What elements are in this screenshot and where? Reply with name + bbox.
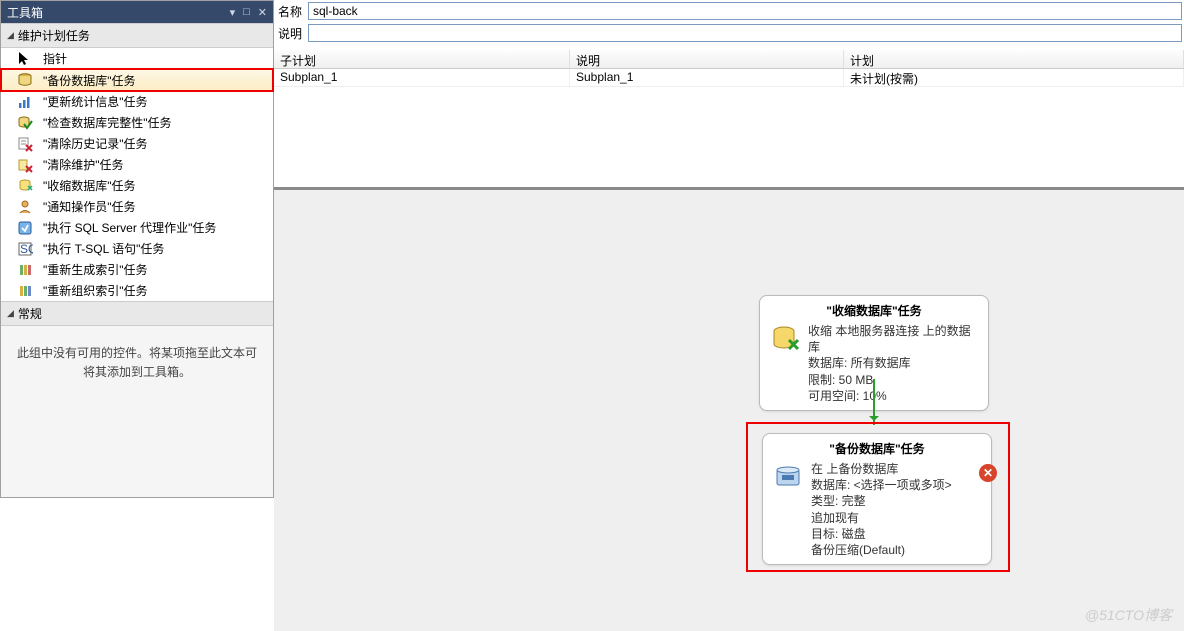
task-line: 限制: 50 MB bbox=[808, 372, 978, 388]
collapse-icon: ◢ bbox=[7, 30, 14, 41]
meta-row-name: 名称 bbox=[274, 0, 1184, 22]
toolbox-item-label: "重新组织索引"任务 bbox=[43, 282, 148, 299]
backup-db-icon bbox=[17, 72, 33, 88]
desc-input[interactable] bbox=[308, 24, 1182, 42]
grid-header-subplan[interactable]: 子计划 bbox=[274, 50, 570, 68]
toolbox-task-list: 指针 "备份数据库"任务 "更新统计信息"任务 "检查数据库完整性"任务 "清除… bbox=[1, 48, 273, 301]
toolbox-item-notify-op[interactable]: "通知操作员"任务 bbox=[1, 196, 273, 217]
toolbox-item-clear-history[interactable]: "清除历史记录"任务 bbox=[1, 133, 273, 154]
notify-op-icon bbox=[17, 199, 33, 215]
toolbox-section-general[interactable]: ◢ 常规 bbox=[1, 301, 273, 326]
section-label: 维护计划任务 bbox=[18, 27, 90, 44]
name-label: 名称 bbox=[276, 3, 308, 20]
toolbox-item-label: "收缩数据库"任务 bbox=[43, 177, 136, 194]
dropdown-icon[interactable]: ▾ bbox=[230, 6, 236, 19]
toolbox-item-check-integrity[interactable]: "检查数据库完整性"任务 bbox=[1, 112, 273, 133]
task-node-backup-db[interactable]: "备份数据库"任务 在 上备份数据库 数据库: <选择一项或多项> 类型: 完整… bbox=[762, 433, 992, 565]
clear-maint-icon bbox=[17, 157, 33, 173]
pointer-icon bbox=[17, 51, 33, 67]
toolbox-item-label: "执行 SQL Server 代理作业"任务 bbox=[43, 219, 216, 236]
section-label: 常规 bbox=[18, 305, 42, 322]
design-surface[interactable]: "收缩数据库"任务 收缩 本地服务器连接 上的数据库 数据库: 所有数据库 限制… bbox=[274, 187, 1184, 631]
toolbox-title-controls: ▾ □ ✕ bbox=[230, 6, 267, 19]
desc-label: 说明 bbox=[276, 25, 308, 42]
toolbox-title: 工具箱 bbox=[7, 4, 230, 21]
toolbox-section-maintenance[interactable]: ◢ 维护计划任务 bbox=[1, 23, 273, 48]
watermark: @51CTO博客 bbox=[1085, 605, 1172, 625]
toolbox-item-label: "清除维护"任务 bbox=[43, 156, 124, 173]
main-area: 名称 说明 子计划 说明 计划 Subplan_1 Subplan_1 未计划(… bbox=[274, 0, 1184, 631]
exec-agent-icon bbox=[17, 220, 33, 236]
name-input[interactable] bbox=[308, 2, 1182, 20]
error-badge-icon: ✕ bbox=[979, 464, 997, 482]
svg-text:SQL: SQL bbox=[20, 242, 33, 256]
grid-cell-subplan: Subplan_1 bbox=[274, 69, 570, 86]
grid-header-desc[interactable]: 说明 bbox=[570, 50, 844, 68]
meta-row-desc: 说明 bbox=[274, 22, 1184, 44]
shrink-db-node-icon bbox=[770, 323, 802, 355]
task-line: 在 上备份数据库 bbox=[811, 461, 952, 477]
subplan-grid-header: 子计划 说明 计划 bbox=[274, 50, 1184, 69]
clear-history-icon bbox=[17, 136, 33, 152]
autohide-icon[interactable]: □ bbox=[243, 6, 250, 19]
toolbox-item-label: "更新统计信息"任务 bbox=[43, 93, 148, 110]
toolbox-item-label: "备份数据库"任务 bbox=[43, 72, 136, 89]
toolbox-titlebar: 工具箱 ▾ □ ✕ bbox=[1, 1, 273, 23]
toolbox-item-label: "通知操作员"任务 bbox=[43, 198, 136, 215]
toolbox-item-clear-maint[interactable]: "清除维护"任务 bbox=[1, 154, 273, 175]
task-line: 追加现有 bbox=[811, 510, 952, 526]
grid-cell-schedule: 未计划(按需) bbox=[844, 69, 1184, 86]
toolbox-item-rebuild-idx[interactable]: "重新生成索引"任务 bbox=[1, 259, 273, 280]
task-node-title: "备份数据库"任务 bbox=[773, 438, 981, 461]
task-line: 备份压缩(Default) bbox=[811, 542, 952, 558]
toolbox-panel: 工具箱 ▾ □ ✕ ◢ 维护计划任务 指针 "备份数据库"任务 "更新统计信息" bbox=[0, 0, 274, 498]
backup-db-node-icon bbox=[773, 461, 805, 493]
task-line: 收缩 本地服务器连接 上的数据库 bbox=[808, 323, 978, 355]
task-line: 数据库: 所有数据库 bbox=[808, 355, 978, 371]
toolbox-empty-message: 此组中没有可用的控件。将某项拖至此文本可将其添加到工具箱。 bbox=[1, 326, 273, 497]
toolbox-item-label: "重新生成索引"任务 bbox=[43, 261, 148, 278]
task-node-title: "收缩数据库"任务 bbox=[770, 300, 978, 323]
grid-cell-desc: Subplan_1 bbox=[570, 69, 844, 86]
check-integrity-icon bbox=[17, 115, 33, 131]
toolbox-item-label: "清除历史记录"任务 bbox=[43, 135, 148, 152]
reorg-idx-icon bbox=[17, 283, 33, 299]
toolbox-item-backup-db[interactable]: "备份数据库"任务 bbox=[1, 69, 273, 91]
grid-header-schedule[interactable]: 计划 bbox=[844, 50, 1184, 68]
precedence-arrow[interactable] bbox=[873, 379, 875, 425]
toolbox-item-reorg-idx[interactable]: "重新组织索引"任务 bbox=[1, 280, 273, 301]
update-stats-icon bbox=[17, 94, 33, 110]
toolbox-item-exec-tsql[interactable]: SQL "执行 T-SQL 语句"任务 bbox=[1, 238, 273, 259]
task-line: 数据库: <选择一项或多项> bbox=[811, 477, 952, 493]
collapse-icon: ◢ bbox=[7, 308, 14, 319]
toolbox-item-update-stats[interactable]: "更新统计信息"任务 bbox=[1, 91, 273, 112]
task-node-text: 在 上备份数据库 数据库: <选择一项或多项> 类型: 完整 追加现有 目标: … bbox=[811, 461, 952, 558]
exec-tsql-icon: SQL bbox=[17, 241, 33, 257]
toolbox-item-pointer[interactable]: 指针 bbox=[1, 48, 273, 69]
task-node-text: 收缩 本地服务器连接 上的数据库 数据库: 所有数据库 限制: 50 MB 可用… bbox=[808, 323, 978, 404]
toolbox-item-label: 指针 bbox=[43, 50, 67, 67]
task-line: 类型: 完整 bbox=[811, 493, 952, 509]
shrink-db-icon bbox=[17, 178, 33, 194]
task-line: 目标: 磁盘 bbox=[811, 526, 952, 542]
toolbox-item-label: "执行 T-SQL 语句"任务 bbox=[43, 240, 164, 257]
task-line: 可用空间: 10% bbox=[808, 388, 978, 404]
subplan-grid-row[interactable]: Subplan_1 Subplan_1 未计划(按需) bbox=[274, 69, 1184, 87]
toolbox-item-shrink-db[interactable]: "收缩数据库"任务 bbox=[1, 175, 273, 196]
close-icon[interactable]: ✕ bbox=[258, 6, 267, 19]
rebuild-idx-icon bbox=[17, 262, 33, 278]
toolbox-item-label: "检查数据库完整性"任务 bbox=[43, 114, 172, 131]
toolbox-item-exec-agent[interactable]: "执行 SQL Server 代理作业"任务 bbox=[1, 217, 273, 238]
